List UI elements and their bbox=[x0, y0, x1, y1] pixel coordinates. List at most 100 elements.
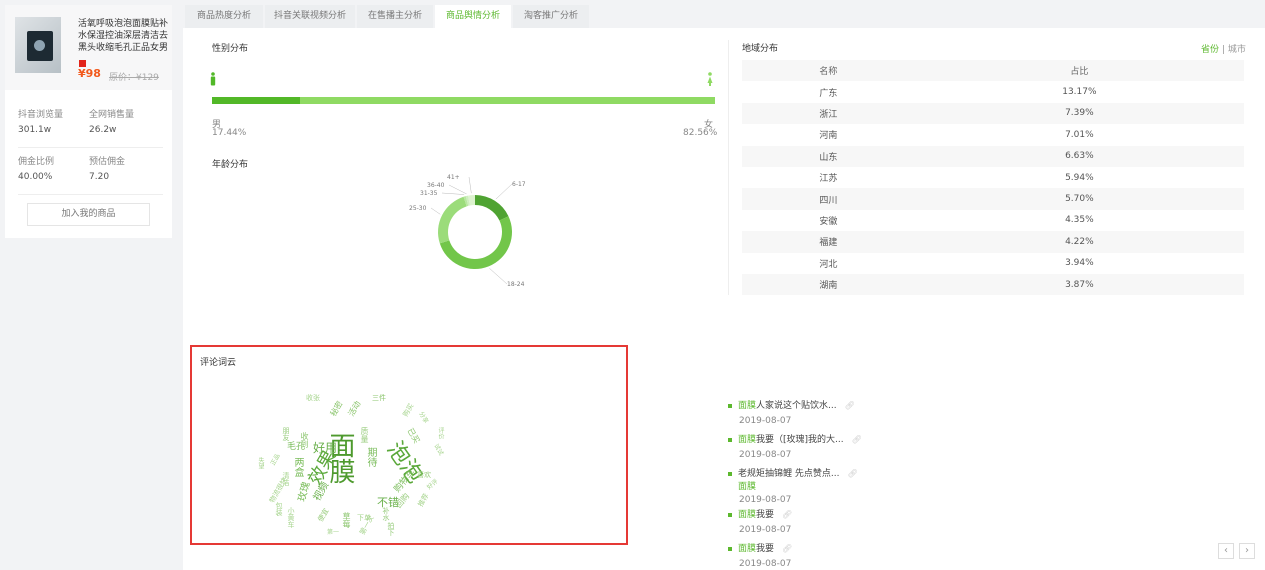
comment-item[interactable]: 面膜我要（[玫瑰]我的大... 🔗︎ bbox=[728, 432, 862, 445]
prev-page-button[interactable]: ‹ bbox=[1218, 543, 1234, 559]
cloud-word[interactable]: 失望 bbox=[257, 457, 264, 469]
cloud-word[interactable]: 试试 bbox=[432, 443, 444, 457]
slice-label: 36-40 bbox=[427, 182, 445, 189]
region-share: 7.01% bbox=[1065, 129, 1094, 140]
comment-item[interactable]: 面膜我要 🔗︎ bbox=[728, 507, 792, 520]
label-line bbox=[489, 268, 508, 285]
link-icon[interactable]: 🔗︎ bbox=[782, 510, 792, 519]
wordcloud-panel: 评论词云 面膜 泡泡 效果 好用 不错 视频 两盒 毛孔 玫瑰 期待 购物车 已买 草莓 秘密 活动 三件 收到… bbox=[190, 345, 628, 545]
cloud-word[interactable]: 三件 bbox=[372, 395, 386, 402]
female-icon bbox=[707, 72, 713, 86]
table-row: 四川 5.70% bbox=[742, 188, 1244, 210]
bullet-icon bbox=[728, 512, 732, 517]
cloud-word[interactable]: 补水 bbox=[382, 507, 390, 521]
cloud-word[interactable]: 已买 bbox=[406, 427, 422, 445]
link-icon[interactable]: 🔗︎ bbox=[847, 469, 857, 478]
link-icon[interactable]: 🔗︎ bbox=[852, 435, 862, 444]
label-line bbox=[495, 183, 513, 200]
next-page-button[interactable]: › bbox=[1239, 543, 1255, 559]
bullet-icon bbox=[728, 403, 732, 408]
cloud-word[interactable]: 秘密 bbox=[329, 400, 345, 418]
cloud-word[interactable]: 好用 bbox=[313, 442, 337, 454]
tab-sellers[interactable]: 在售播主分析 bbox=[357, 5, 433, 28]
region-name: 福建 bbox=[742, 231, 915, 253]
region-share: 5.94% bbox=[1065, 172, 1094, 183]
region-share: 4.22% bbox=[914, 231, 1244, 253]
link-icon[interactable]: 🔗︎ bbox=[782, 544, 792, 553]
stat-label: 佣金比例 bbox=[18, 157, 55, 167]
product-title[interactable]: 活氧呼吸泡泡面膜贴补水保湿控油深层清洁去黑头收缩毛孔正品女男 bbox=[78, 18, 170, 54]
gender-title: 性别分布 bbox=[212, 44, 249, 54]
bullet-icon bbox=[728, 471, 732, 476]
table-row: 浙江 7.39% bbox=[742, 102, 1244, 125]
cloud-word[interactable]: 推荐 bbox=[417, 492, 431, 508]
table-row: 山东 6.63% bbox=[742, 145, 1244, 167]
toggle-city[interactable]: 城市 bbox=[1228, 45, 1246, 55]
cloud-word[interactable]: 朋友 bbox=[282, 427, 290, 441]
comment-item[interactable]: 面膜人家说这个贴饮水... 🔗︎ bbox=[728, 398, 855, 411]
comment-keyword: 面膜 bbox=[738, 435, 757, 445]
cloud-word[interactable]: 玫瑰 bbox=[297, 481, 313, 503]
male-bar-fill bbox=[212, 97, 300, 104]
cloud-word[interactable]: 拍下 bbox=[387, 522, 395, 536]
region-share: 5.70% bbox=[914, 188, 1244, 210]
age-donut-chart: 6-17 18-24 25-30 31-3536-4041+ bbox=[409, 174, 526, 288]
cloud-word[interactable]: 包装 bbox=[275, 502, 283, 516]
toggle-province[interactable]: 省份 bbox=[1201, 45, 1219, 55]
region-share: 6.63% bbox=[914, 145, 1244, 167]
donut-slice[interactable] bbox=[475, 195, 509, 221]
bullet-icon bbox=[728, 437, 732, 442]
comment-item[interactable]: 面膜我要 🔗︎ bbox=[728, 541, 792, 554]
comment-text: 老规矩抽锦鲤 先点赞点... bbox=[738, 469, 840, 479]
cloud-word[interactable]: 收到 bbox=[300, 432, 309, 448]
cloud-word[interactable]: 草莓 bbox=[342, 512, 351, 528]
cloud-word[interactable]: 第一 bbox=[327, 530, 339, 536]
region-share: 3.94% bbox=[1065, 258, 1094, 269]
gender-bar bbox=[212, 97, 715, 104]
cloud-word[interactable]: 小黄车 bbox=[287, 507, 295, 528]
link-icon[interactable]: 🔗︎ bbox=[845, 401, 855, 410]
cloud-word[interactable]: 便宜 bbox=[317, 507, 331, 523]
tab-sentiment[interactable]: 商品舆情分析 bbox=[435, 5, 511, 28]
table-row: 福建 4.22% bbox=[742, 231, 1244, 253]
add-to-my-products-button[interactable]: 加入我的商品 bbox=[27, 203, 150, 226]
region-name: 河南 bbox=[819, 131, 838, 142]
donut-slice[interactable] bbox=[438, 196, 467, 244]
cloud-word[interactable]: 喜欢 bbox=[417, 472, 431, 479]
product-price: ¥98 bbox=[78, 67, 101, 80]
comment-text: 我要 bbox=[756, 510, 775, 520]
cloud-word[interactable]: 期待 bbox=[365, 447, 376, 467]
stat-label: 全网销售量 bbox=[89, 110, 135, 120]
cloud-word[interactable]: 好评 bbox=[426, 478, 440, 491]
tab-taoke[interactable]: 淘客推广分析 bbox=[513, 5, 589, 28]
region-name: 安徽 bbox=[819, 216, 838, 227]
product-summary[interactable]: 活氧呼吸泡泡面膜贴补水保湿控油深层清洁去黑头收缩毛孔正品女男 ¥98 原价：¥1… bbox=[5, 5, 172, 90]
product-image[interactable] bbox=[15, 17, 61, 73]
cloud-word[interactable]: 评价 bbox=[437, 427, 444, 439]
region-name: 浙江 bbox=[742, 102, 915, 125]
comment-item[interactable]: 老规矩抽锦鲤 先点赞点... 🔗︎ 面膜 bbox=[728, 466, 858, 492]
cloud-word[interactable]: 质量 bbox=[360, 427, 369, 443]
comment-date: 2019-08-07 bbox=[739, 495, 792, 505]
stat-label: 预估佣金 bbox=[89, 157, 126, 167]
cloud-word[interactable]: 两盒 bbox=[292, 457, 303, 477]
cloud-word[interactable]: 正品 bbox=[270, 453, 282, 467]
cloud-word[interactable]: 收张 bbox=[306, 395, 320, 402]
tab-product-heat[interactable]: 商品热度分析 bbox=[185, 5, 263, 28]
cloud-word[interactable]: 活动 bbox=[347, 400, 363, 418]
cloud-word[interactable]: 清洁 bbox=[282, 472, 290, 486]
column-header: 名称 bbox=[742, 60, 915, 82]
cloud-word[interactable]: 分享 bbox=[417, 411, 429, 425]
table-row: 广东 13.17% bbox=[742, 81, 1244, 102]
original-price: 原价：¥129 bbox=[109, 73, 159, 83]
region-table: 名称 占比 广东 13.17% 浙江 7.39% 河南 7.01% 山东 6.63% 江苏 5.94… bbox=[742, 60, 1244, 296]
cloud-word[interactable]: 回购 bbox=[394, 492, 411, 510]
region-name: 河北 bbox=[819, 259, 838, 270]
label-line bbox=[441, 192, 465, 195]
region-name: 山东 bbox=[742, 145, 915, 167]
cloud-word[interactable]: 购买 bbox=[402, 402, 416, 418]
donut-slice[interactable] bbox=[439, 216, 512, 269]
region-share: 7.39% bbox=[914, 102, 1244, 125]
tab-douyin-videos[interactable]: 抖音关联视频分析 bbox=[265, 5, 355, 28]
word-cloud: 面膜 泡泡 效果 好用 不错 视频 两盒 毛孔 玫瑰 期待 购物车 已买 草莓 秘密 活动 三件 收到 朋友 质量回… bbox=[192, 347, 626, 543]
